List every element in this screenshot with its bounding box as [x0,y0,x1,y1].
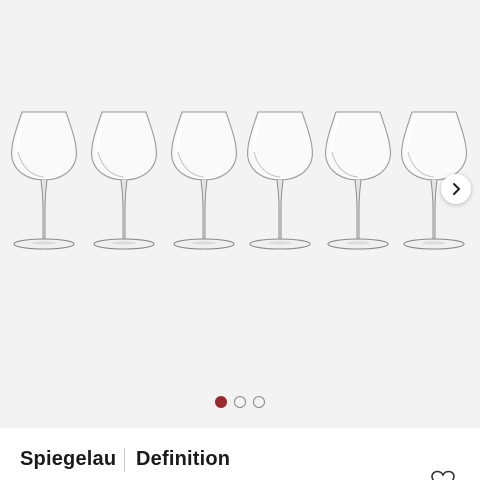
carousel-dot[interactable] [253,396,265,408]
wine-glass-icon [168,108,240,254]
product-image [0,108,480,258]
next-image-button[interactable] [441,174,471,204]
wine-glass-icon [244,108,316,254]
carousel-dot[interactable] [215,396,227,408]
wine-glass-icon [8,108,80,254]
product-name: Definition [136,448,231,470]
heart-icon [430,470,456,480]
wishlist-button[interactable] [430,470,456,480]
wine-glass-icon [88,108,160,254]
wine-glass-icon [322,108,394,254]
brand-name[interactable]: Spiegelau [20,448,116,471]
chevron-right-icon [449,182,463,196]
carousel-pagination [0,396,480,410]
carousel-dot[interactable] [234,396,246,408]
product-image-gallery[interactable] [0,0,480,428]
title-divider [124,448,125,472]
